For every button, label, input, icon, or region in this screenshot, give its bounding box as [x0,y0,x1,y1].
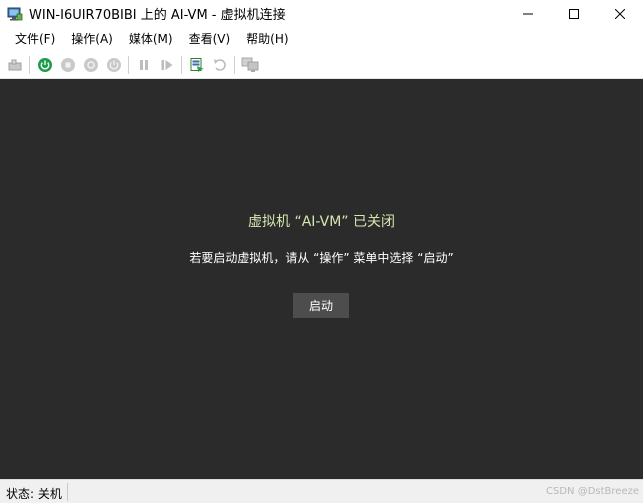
start-icon [37,57,52,72]
shut-down-icon [83,57,98,72]
toolbar-separator [181,55,182,74]
vm-display[interactable]: 虚拟机 “AI-VM” 已关闭 若要启动虚拟机，请从 “操作” 菜单中选择 “启… [0,79,643,479]
vm-instruction-message: 若要启动虚拟机，请从 “操作” 菜单中选择 “启动” [189,251,454,265]
enhanced-session-button[interactable] [238,53,261,76]
maximize-icon [569,8,579,19]
shut-down-button[interactable] [79,53,102,76]
title-bar: WIN-I6UIR70BIBI 上的 AI-VM - 虚拟机连接 [0,0,643,27]
ctrl-alt-del-button[interactable] [3,53,26,76]
ctrl-alt-del-icon [8,59,21,70]
close-button[interactable] [597,0,643,27]
toolbar-separator [128,55,129,74]
revert-icon [213,58,226,71]
status-bar: 状态: 关机 CSDN @DstBreeze [0,479,643,503]
menu-view[interactable]: 查看(V) [182,27,240,51]
close-icon [615,8,625,19]
resume-button[interactable] [155,53,178,76]
vm-connection-app-icon [7,6,23,22]
vm-status-title: 虚拟机 “AI-VM” 已关闭 [248,214,395,230]
maximize-button[interactable] [551,0,597,27]
turn-off-button[interactable] [56,53,79,76]
toolbar [0,51,643,79]
menu-file[interactable]: 文件(F) [8,27,64,51]
checkpoint-button[interactable] [185,53,208,76]
toolbar-separator [29,55,30,74]
resume-icon [161,59,172,70]
save-icon [106,57,121,72]
menu-media[interactable]: 媒体(M) [122,27,182,51]
save-button[interactable] [102,53,125,76]
pause-icon [139,59,148,70]
minimize-icon [523,13,533,14]
watermark: CSDN @DstBreeze [546,486,639,497]
turn-off-icon [60,57,75,72]
window-controls [505,0,643,27]
menu-help[interactable]: 帮助(H) [239,27,297,51]
start-button[interactable] [33,53,56,76]
vm-start-button[interactable]: 启动 [293,293,349,318]
toolbar-separator [234,55,235,74]
status-separator [67,483,68,501]
status-text: 状态: 关机 [6,487,62,501]
enhanced-session-icon [241,57,258,72]
menu-action[interactable]: 操作(A) [64,27,122,51]
window-title: WIN-I6UIR70BIBI 上的 AI-VM - 虚拟机连接 [29,8,286,23]
minimize-button[interactable] [505,0,551,27]
pause-button[interactable] [132,53,155,76]
checkpoint-icon [190,57,204,72]
menu-bar: 文件(F) 操作(A) 媒体(M) 查看(V) 帮助(H) [0,27,643,51]
revert-button[interactable] [208,53,231,76]
